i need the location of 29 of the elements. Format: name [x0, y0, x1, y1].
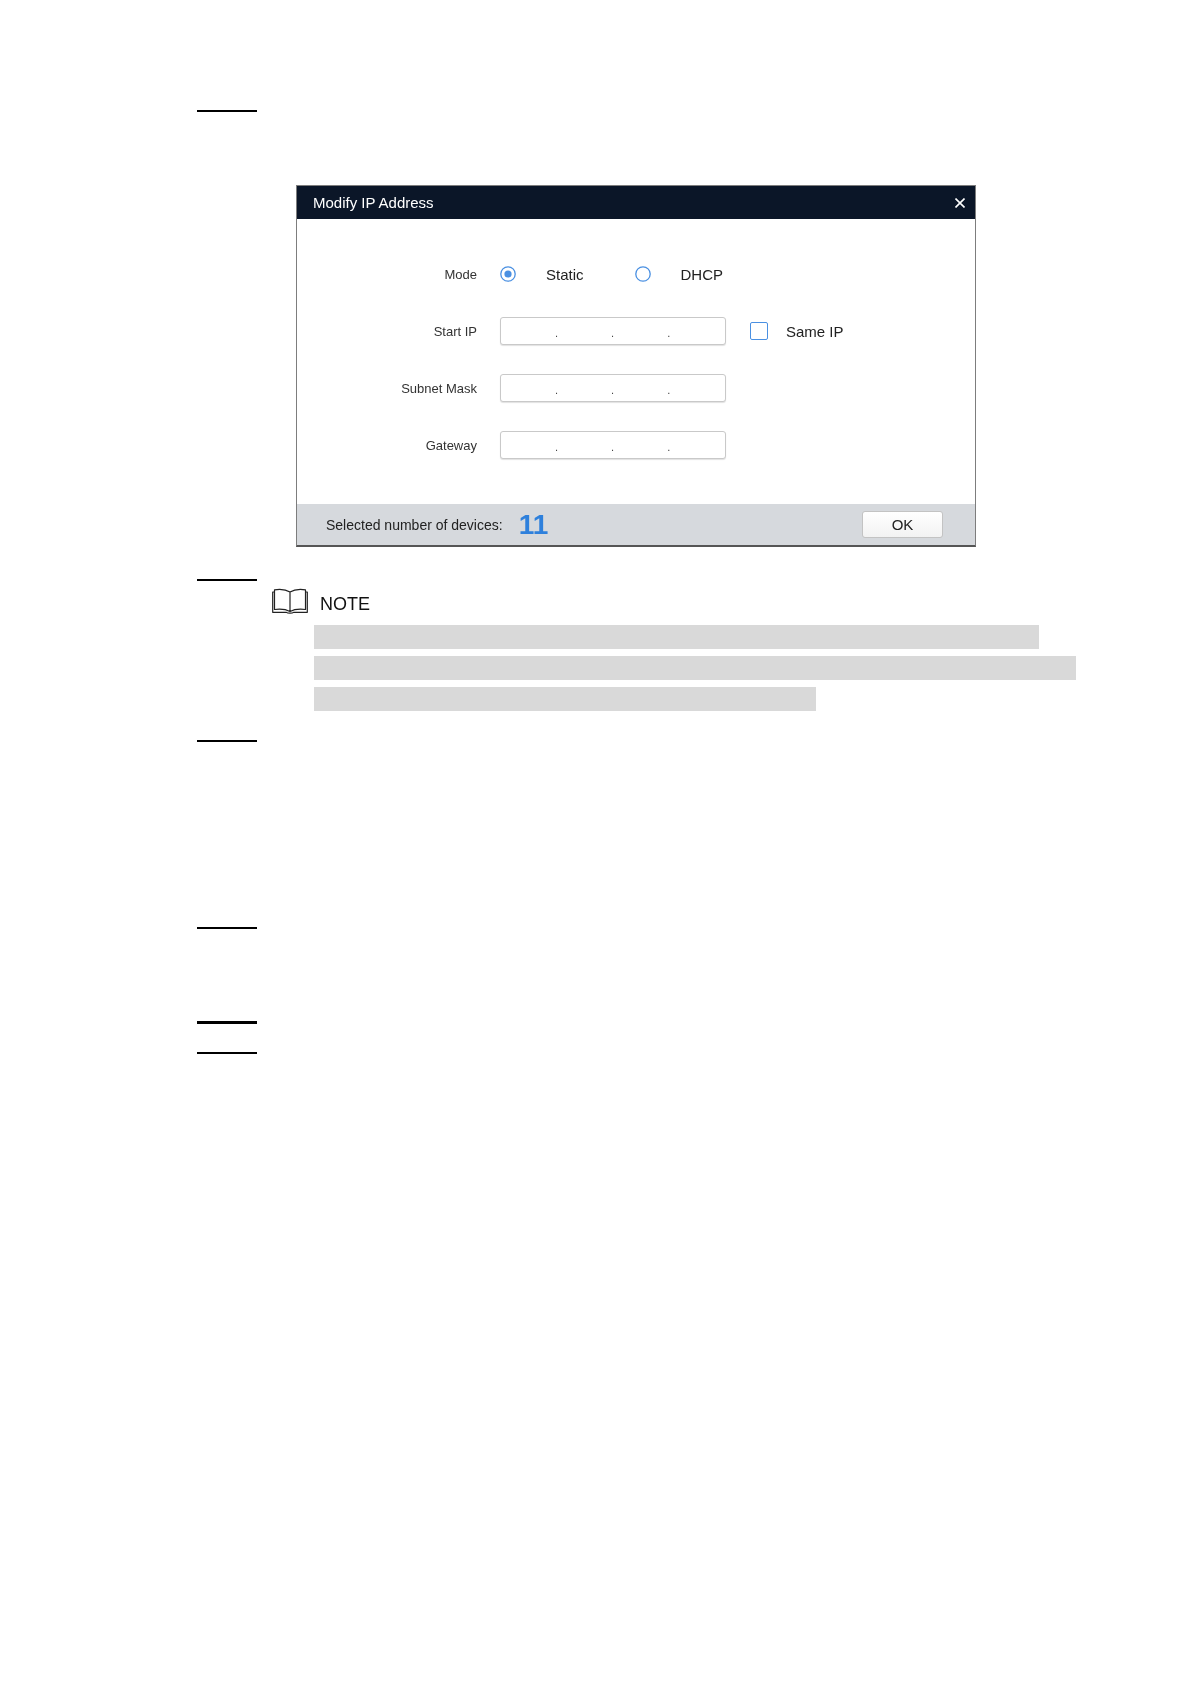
- field-label: Start IP: [433, 323, 477, 339]
- octet-separator: .: [611, 385, 615, 396]
- note-title: NOTE: [320, 593, 370, 615]
- octet-separator: .: [611, 442, 615, 453]
- octet-separator: .: [667, 328, 671, 339]
- field-label: Gateway: [425, 437, 477, 453]
- radio-label[interactable]: Static: [546, 265, 584, 283]
- ip-address-field[interactable]: . . .: [500, 431, 726, 459]
- dialog-title: Modify IP Address: [313, 194, 434, 211]
- octet-separator: .: [611, 328, 615, 339]
- octet-separator: .: [555, 328, 559, 339]
- ok-button[interactable]: OK: [862, 511, 943, 538]
- open-book-icon: [272, 588, 308, 614]
- radio-button[interactable]: [634, 266, 651, 282]
- field-label: Subnet Mask: [401, 380, 477, 396]
- ip-address-field[interactable]: . . .: [500, 317, 726, 345]
- octet-separator: .: [555, 442, 559, 453]
- device-count: 11: [518, 510, 549, 539]
- checkbox[interactable]: [750, 322, 768, 340]
- device-count-label: Selected number of devices:: [326, 516, 503, 533]
- radio-label[interactable]: DHCP: [680, 265, 724, 283]
- octet-separator: .: [667, 385, 671, 396]
- close-icon[interactable]: [955, 197, 965, 208]
- octet-separator: .: [555, 385, 559, 396]
- radio-button[interactable]: [500, 266, 516, 282]
- octet-separator: .: [667, 442, 671, 453]
- ip-address-field[interactable]: . . .: [500, 374, 726, 402]
- checkbox-label[interactable]: Same IP: [786, 322, 844, 340]
- field-label: Mode: [444, 266, 477, 282]
